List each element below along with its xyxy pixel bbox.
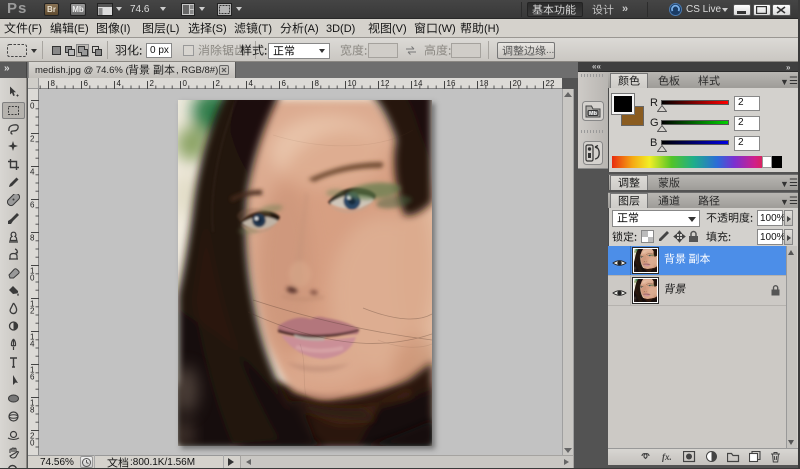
svg-text:fx.: fx. xyxy=(662,452,672,462)
svg-text:2: 2 xyxy=(30,135,35,144)
svg-text:4: 4 xyxy=(249,79,254,88)
svg-text:18: 18 xyxy=(480,79,489,88)
svg-text:8: 8 xyxy=(315,79,320,88)
svg-text:2: 2 xyxy=(30,307,35,316)
svg-text:16: 16 xyxy=(447,79,456,88)
svg-text:4: 4 xyxy=(30,168,35,177)
svg-text:2: 2 xyxy=(150,79,155,88)
svg-text:Mb: Mb xyxy=(589,111,598,117)
svg-text:10: 10 xyxy=(348,79,357,88)
svg-text:0: 0 xyxy=(30,274,35,283)
svg-text:6: 6 xyxy=(282,79,287,88)
svg-text:14: 14 xyxy=(414,79,423,88)
svg-text:22: 22 xyxy=(546,79,555,88)
svg-text:0: 0 xyxy=(30,439,35,448)
svg-text:0: 0 xyxy=(183,79,188,88)
svg-text:4: 4 xyxy=(30,340,35,349)
svg-text:12: 12 xyxy=(381,79,390,88)
svg-text:2: 2 xyxy=(216,79,221,88)
svg-text:0: 0 xyxy=(30,102,35,111)
svg-text:8: 8 xyxy=(30,234,35,243)
svg-text:6: 6 xyxy=(84,79,89,88)
svg-text:8: 8 xyxy=(51,79,56,88)
svg-text:8: 8 xyxy=(30,406,35,415)
svg-text:20: 20 xyxy=(513,79,522,88)
svg-text:4: 4 xyxy=(117,79,122,88)
svg-text:6: 6 xyxy=(30,201,35,210)
svg-text:6: 6 xyxy=(30,373,35,382)
